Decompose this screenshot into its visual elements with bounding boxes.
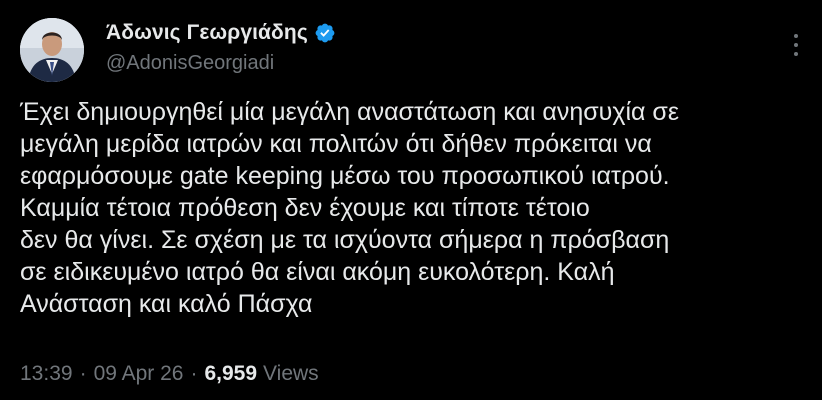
tweet-text: Έχει δημιουργηθεί μία μεγάλη αναστάτωση …	[20, 96, 810, 320]
tweet-date[interactable]: 09 Apr 26	[94, 362, 184, 386]
views-count[interactable]: 6,959	[204, 362, 257, 386]
views-label: Views	[263, 362, 319, 385]
author-display-name[interactable]: Άδωνις Γεωργιάδης	[106, 21, 308, 45]
author-name-row: Άδωνις Γεωργιάδης	[106, 20, 336, 46]
meta-separator: ·	[79, 362, 87, 385]
tweet-text-line: σε ειδικευμένο ιατρό θα είναι ακόμη ευκο…	[20, 258, 615, 286]
tweet-text-line: Ανάσταση και καλό Πάσχα	[20, 290, 313, 318]
author-block: Άδωνις Γεωργιάδης @AdonisGeorgiadi	[106, 20, 336, 75]
tweet-card: Άδωνις Γεωργιάδης @AdonisGeorgiadi Έχει …	[0, 0, 822, 400]
person-avatar-icon	[20, 18, 84, 82]
tweet-text-line: Καμμία τέτοια πρόθεση δεν έχουμε και τίπ…	[20, 194, 590, 222]
more-dot	[794, 34, 798, 38]
more-options-icon[interactable]	[792, 34, 800, 56]
verified-badge-icon	[315, 23, 335, 43]
more-dot	[794, 52, 798, 56]
more-dot	[794, 43, 798, 47]
tweet-text-line: δεν θα γίνει. Σε σχέση με τα ισχύοντα σή…	[20, 226, 670, 254]
tweet-meta: 13:39 · 09 Apr 26 · 6,959 Views	[20, 362, 319, 386]
author-handle[interactable]: @AdonisGeorgiadi	[106, 52, 336, 75]
tweet-text-line: εφαρμόσουμε gate keeping μέσω του προσωπ…	[20, 162, 670, 190]
tweet-text-line: Έχει δημιουργηθεί μία μεγάλη αναστάτωση …	[20, 98, 679, 126]
meta-separator: ·	[190, 362, 198, 385]
tweet-time[interactable]: 13:39	[20, 362, 73, 386]
tweet-text-line: μεγάλη μερίδα ιατρών και πολιτών ότι δήθ…	[20, 130, 652, 158]
avatar[interactable]	[20, 18, 84, 82]
